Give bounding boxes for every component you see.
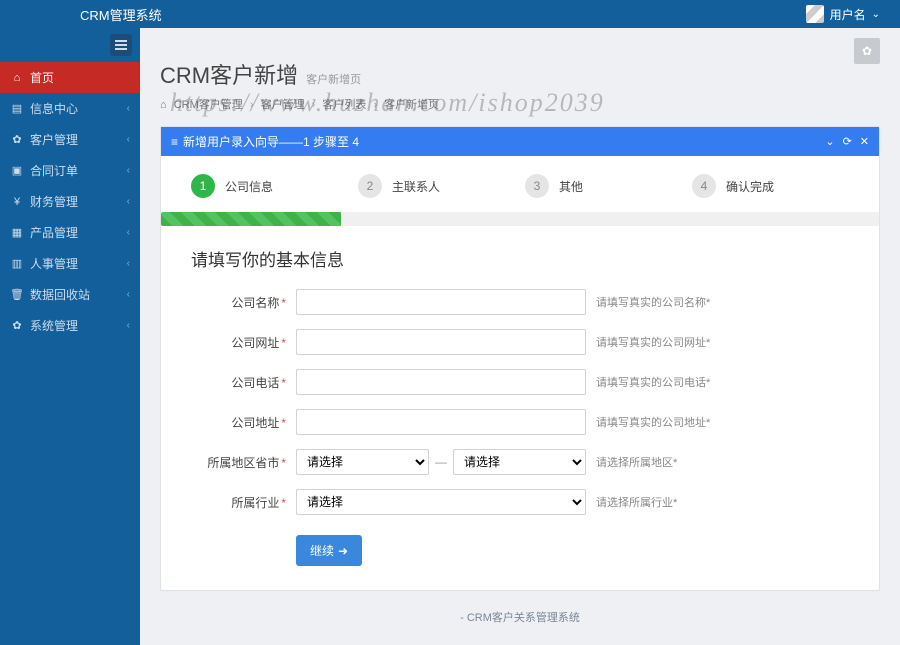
grid-icon: ▥ [10,257,24,270]
sidebar-item-customer[interactable]: ✿ 客户管理 ‹ [0,124,140,155]
panel-header: ≡ 新增用户录入向导——1 步骤至 4 ⌄ ⟳ ✕ [161,127,879,156]
breadcrumb-item[interactable]: 客户管理 [261,99,305,111]
wizard-panel: ≡ 新增用户录入向导——1 步骤至 4 ⌄ ⟳ ✕ 1公司信息 2主联系人 3其… [160,126,880,591]
close-icon[interactable]: ✕ [860,135,869,148]
footer-text: - CRM客户关系管理系统 [160,609,880,625]
main-content: ✿ https://www.huzhan.com/ishop2039 CRM客户… [140,28,900,645]
company-name-input[interactable] [296,289,586,315]
sidebar-item-finance[interactable]: ¥ 财务管理 ‹ [0,186,140,217]
hamburger-icon [115,44,127,46]
grid-icon: ▦ [10,226,24,239]
user-name: 用户名 [830,6,866,23]
sidebar-item-label: 首页 [30,69,54,86]
home-icon: ⌂ [10,72,24,84]
page-title: CRM客户新增 [160,58,298,90]
label-company-name: 公司名称 [231,296,279,310]
breadcrumb: ⌂ CRM客户管理 › 客户管理 › 客户列表 › 客户新增页 [160,96,880,112]
sidebar-item-info[interactable]: ▤ 信息中心 ‹ [0,93,140,124]
label-industry: 所属行业 [231,496,279,510]
region-province-select[interactable]: 请选择 [296,449,429,475]
gear-icon: ✿ [862,44,872,58]
sidebar-item-home[interactable]: ⌂ 首页 [0,62,140,93]
page-subtitle: 客户新增页 [306,71,361,87]
continue-button[interactable]: 继续 ➜ [296,535,362,566]
label-company-url: 公司网址 [231,336,279,350]
sidebar-toggle[interactable] [110,34,132,56]
breadcrumb-item[interactable]: CRM客户管理 [174,99,243,111]
chevron-left-icon: ‹ [127,258,130,269]
breadcrumb-item[interactable]: 客户列表 [322,99,366,111]
sidebar-item-label: 信息中心 [30,100,78,117]
gear-icon: ✿ [10,133,24,146]
refresh-icon[interactable]: ⟳ [843,135,852,148]
collapse-icon[interactable]: ⌄ [825,135,834,148]
wizard-step-2[interactable]: 2主联系人 [358,174,515,198]
menu-icon: ≡ [171,135,177,149]
brand-title: CRM管理系统 [80,5,162,24]
sidebar-item-label: 合同订单 [30,162,78,179]
gear-icon: ✿ [10,319,24,332]
sidebar-item-recycle[interactable]: 🗑 数据回收站 ‹ [0,279,140,310]
wizard-step-4[interactable]: 4确认完成 [692,174,849,198]
sidebar-item-product[interactable]: ▦ 产品管理 ‹ [0,217,140,248]
wizard-step-1[interactable]: 1公司信息 [191,174,348,198]
company-url-input[interactable] [296,329,586,355]
yen-icon: ¥ [10,196,24,208]
sidebar-item-contract[interactable]: ▣ 合同订单 ‹ [0,155,140,186]
top-bar: CRM管理系统 用户名 ⌄ [0,0,900,28]
settings-button[interactable]: ✿ [854,38,880,64]
sidebar-item-hr[interactable]: ▥ 人事管理 ‹ [0,248,140,279]
user-menu[interactable]: 用户名 ⌄ [806,5,880,23]
wizard-steps: 1公司信息 2主联系人 3其他 4确认完成 [161,156,879,212]
sidebar: ⌂ 首页 ▤ 信息中心 ‹ ✿ 客户管理 ‹ ▣ 合同订单 ‹ ¥ 财务管理 ‹ ▦ 产品管理 ‹ ▥… [0,28,140,645]
chevron-left-icon: ‹ [127,165,130,176]
dash-separator: — [435,455,447,469]
label-company-addr: 公司地址 [231,416,279,430]
panel-title: 新增用户录入向导——1 步骤至 4 [183,133,359,150]
company-phone-input[interactable] [296,369,586,395]
sidebar-item-label: 人事管理 [30,255,78,272]
home-icon: ⌂ [160,99,167,111]
trash-icon: 🗑 [10,288,24,301]
progress-bar [161,212,879,226]
region-city-select[interactable]: 请选择 [453,449,586,475]
chevron-left-icon: ‹ [127,103,130,114]
form-heading: 请填写你的基本信息 [191,246,849,271]
progress-fill [161,212,341,226]
chevron-left-icon: ‹ [127,227,130,238]
sidebar-item-label: 财务管理 [30,193,78,210]
sidebar-item-label: 数据回收站 [30,286,90,303]
wizard-step-3[interactable]: 3其他 [525,174,682,198]
sidebar-item-label: 产品管理 [30,224,78,241]
sidebar-item-system[interactable]: ✿ 系统管理 ‹ [0,310,140,341]
arrow-right-icon: ➜ [338,544,348,558]
list-icon: ▤ [10,102,24,115]
label-region: 所属地区省市 [207,456,279,470]
chevron-left-icon: ‹ [127,196,130,207]
breadcrumb-item: 客户新增页 [384,99,439,111]
avatar [806,5,824,23]
label-company-phone: 公司电话 [231,376,279,390]
chevron-down-icon: ⌄ [872,9,880,20]
chevron-left-icon: ‹ [127,320,130,331]
doc-icon: ▣ [10,164,24,177]
company-addr-input[interactable] [296,409,586,435]
chevron-left-icon: ‹ [127,289,130,300]
sidebar-item-label: 系统管理 [30,317,78,334]
industry-select[interactable]: 请选择 [296,489,586,515]
sidebar-item-label: 客户管理 [30,131,78,148]
chevron-left-icon: ‹ [127,134,130,145]
